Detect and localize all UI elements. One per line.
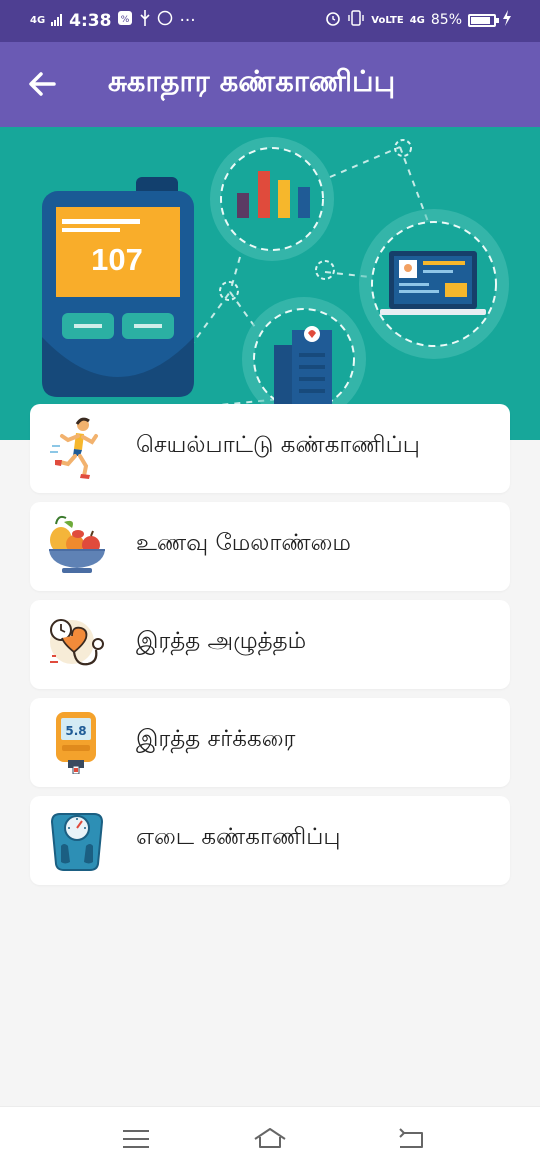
menu-item-weight[interactable]: எடை கண்காணிப்பு — [30, 796, 510, 885]
svg-text:107: 107 — [91, 242, 143, 277]
volte-indicator: VoLTE — [371, 14, 404, 26]
menu-item-label: இரத்த அழுத்தம் — [136, 628, 307, 654]
home-icon[interactable] — [252, 1125, 288, 1153]
running-man-icon — [46, 416, 108, 480]
more-notifications: ··· — [179, 10, 196, 31]
heart-stethoscope-icon — [46, 612, 108, 676]
menu-item-label: இரத்த சர்க்கரை — [136, 726, 296, 752]
fruit-bowl-icon — [46, 514, 108, 578]
menu-item-label: உணவு மேலாண்மை — [136, 530, 351, 556]
menu-item-blood-pressure[interactable]: இரத்த அழுத்தம் — [30, 600, 510, 689]
weighing-scale-icon — [46, 808, 108, 872]
battery-icon — [468, 13, 499, 27]
network-indicator-right: 4G — [409, 14, 425, 26]
menu-icon[interactable] — [120, 1125, 152, 1153]
back-icon[interactable] — [396, 1125, 428, 1153]
menu-item-label: எடை கண்காணிப்பு — [136, 824, 341, 850]
status-bar: 4G 4:38 % ··· VoLTE 4G 85% — [0, 0, 540, 42]
app-bar: சுகாதார கண்காணிப்பு — [0, 42, 540, 127]
health-menu-list: செயல்பாட்டு கண்காணிப்பு உணவு மேலாண்மை இர… — [30, 404, 510, 894]
charging-icon — [502, 10, 512, 30]
svg-text:%: % — [121, 15, 130, 25]
glucometer-icon: 5.8 — [46, 710, 108, 775]
clock: 4:38 — [69, 10, 112, 31]
vibrate-icon — [347, 10, 365, 30]
system-navigation-bar — [0, 1106, 540, 1170]
alarm-icon — [325, 10, 341, 30]
signal-icon — [51, 11, 63, 31]
glucometer-device-illustration: 107 — [42, 177, 194, 397]
health-banner-illustration: 107 — [0, 127, 540, 440]
menu-item-activity[interactable]: செயல்பாட்டு கண்காணிப்பு — [30, 404, 510, 493]
whatsapp-icon — [157, 10, 173, 31]
menu-item-food[interactable]: உணவு மேலாண்மை — [30, 502, 510, 591]
arrow-left-icon[interactable] — [24, 64, 64, 104]
battery-percent: 85% — [430, 12, 462, 28]
notification-icon: % — [117, 10, 133, 31]
menu-item-blood-sugar[interactable]: 5.8 இரத்த சர்க்கரை — [30, 698, 510, 787]
menu-item-label: செயல்பாட்டு கண்காணிப்பு — [136, 432, 420, 458]
page-title: சுகாதார கண்காணிப்பு — [108, 64, 396, 98]
usb-icon — [139, 10, 151, 31]
network-indicator: 4G — [30, 15, 46, 26]
svg-text:5.8: 5.8 — [65, 724, 86, 738]
